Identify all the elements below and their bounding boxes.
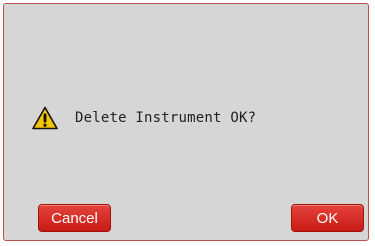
message-row: Delete Instrument OK? [32,104,256,132]
confirm-dialog: Delete Instrument OK? Cancel OK [3,3,369,241]
warning-icon [32,106,58,130]
cancel-button[interactable]: Cancel [38,204,111,232]
dialog-message: Delete Instrument OK? [75,110,257,126]
ok-button[interactable]: OK [291,204,364,232]
